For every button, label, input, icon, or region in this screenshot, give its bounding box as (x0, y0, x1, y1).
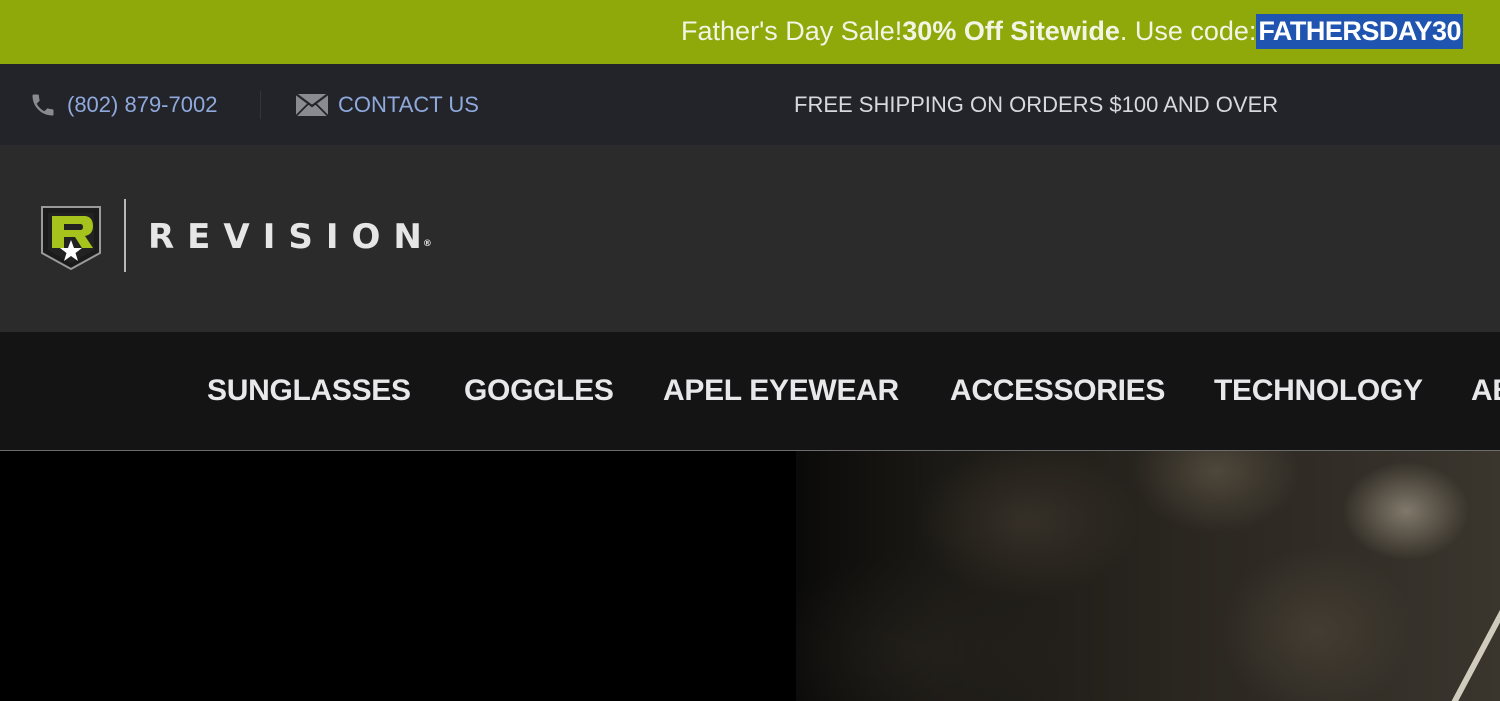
registered-mark: ® (422, 239, 432, 249)
nav-item-apel-eyewear[interactable]: APEL EYEWEAR (663, 332, 899, 450)
nav-item-about-truncated[interactable]: AB (1471, 332, 1500, 450)
brand-wordmark: REVISION ® (148, 215, 432, 259)
nav-item-goggles[interactable]: GOGGLES (464, 332, 614, 450)
phone-number: (802) 879-7002 (67, 91, 218, 117)
site-header: REVISION ® (0, 145, 1500, 332)
logo-divider (124, 199, 126, 272)
nav-item-sunglasses[interactable]: SUNGLASSES (207, 332, 411, 450)
brand-name: REVISION (148, 217, 435, 257)
phone-link[interactable]: (802) 879-7002 (29, 64, 217, 145)
revision-shield-logo-icon (40, 205, 102, 271)
phone-icon (29, 91, 57, 119)
nav-item-technology[interactable]: TECHNOLOGY (1214, 332, 1423, 450)
contact-us-link[interactable]: CONTACT US (296, 64, 479, 145)
hero-photo-highlight (1450, 560, 1500, 701)
promo-highlight: 30% Off Sitewide (902, 15, 1120, 46)
envelope-icon (296, 93, 328, 116)
promo-message: Father's Day Sale! 30% Off Sitewide . Us… (681, 8, 1463, 54)
promo-banner: Father's Day Sale! 30% Off Sitewide . Us… (0, 0, 1500, 64)
contact-us-label: CONTACT US (338, 91, 479, 117)
utility-divider (260, 91, 261, 119)
promo-intro: Father's Day Sale! (681, 15, 903, 46)
free-shipping-note: FREE SHIPPING ON ORDERS $100 AND OVER (794, 91, 1279, 117)
promo-after: . Use code: (1119, 15, 1257, 46)
utility-bar: (802) 879-7002 CONTACT US FREE SHIPPING … (0, 64, 1500, 145)
nav-item-accessories[interactable]: ACCESSORIES (950, 332, 1165, 450)
promo-code[interactable]: FATHERSDAY30 (1256, 13, 1463, 49)
hero-banner (0, 451, 1500, 701)
hero-photo (796, 451, 1500, 701)
main-navigation: SUNGLASSES GOGGLES APEL EYEWEAR ACCESSOR… (0, 332, 1500, 451)
